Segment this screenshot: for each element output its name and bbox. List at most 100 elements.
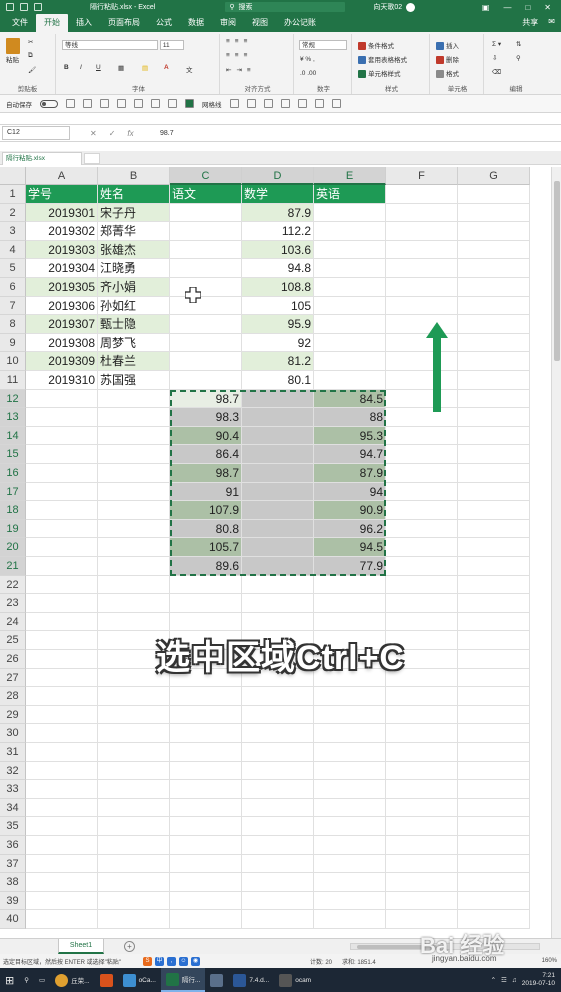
cell[interactable] bbox=[458, 780, 530, 799]
save-icon[interactable] bbox=[6, 3, 14, 11]
copied-chinese-cell[interactable]: 98.7 bbox=[170, 389, 242, 409]
cell[interactable] bbox=[314, 854, 386, 874]
cell[interactable] bbox=[242, 724, 314, 743]
row-header[interactable]: 38 bbox=[0, 873, 26, 892]
undo-icon[interactable] bbox=[83, 99, 92, 108]
cell[interactable] bbox=[98, 575, 170, 595]
tab-file[interactable]: 文件 bbox=[4, 17, 36, 32]
copy-icon[interactable]: ⧉ bbox=[28, 52, 33, 60]
copied-english-cell[interactable]: 84.5 bbox=[314, 389, 386, 409]
cell[interactable] bbox=[26, 873, 98, 892]
row-header[interactable]: 2 bbox=[0, 203, 26, 223]
cell[interactable] bbox=[242, 873, 314, 892]
cell[interactable] bbox=[98, 910, 170, 929]
format-cells-button[interactable]: 格式 bbox=[436, 68, 459, 79]
cell[interactable] bbox=[170, 761, 242, 781]
row-header[interactable]: 18 bbox=[0, 501, 26, 520]
student-name-cell[interactable]: 齐小娟 bbox=[98, 278, 170, 297]
math-score-cell[interactable]: 92 bbox=[242, 333, 314, 353]
cell[interactable] bbox=[242, 743, 314, 762]
copied-blank-cell[interactable] bbox=[242, 389, 314, 409]
enter-icon[interactable]: ✓ bbox=[109, 129, 116, 138]
cell[interactable] bbox=[170, 612, 242, 632]
copied-blank-cell[interactable] bbox=[242, 445, 314, 464]
row-header[interactable]: 9 bbox=[0, 333, 26, 353]
cell[interactable] bbox=[386, 482, 458, 502]
row-header[interactable]: 35 bbox=[0, 817, 26, 836]
student-name-cell[interactable]: 张雄杰 bbox=[98, 240, 170, 260]
copied-english-cell[interactable]: 94 bbox=[314, 482, 386, 502]
cell[interactable] bbox=[98, 817, 170, 836]
cell[interactable] bbox=[386, 203, 458, 223]
copied-chinese-cell[interactable]: 86.4 bbox=[170, 445, 242, 464]
find-icon[interactable]: ⚲ bbox=[516, 54, 521, 62]
copied-english-cell[interactable]: 87.9 bbox=[314, 464, 386, 483]
column-header-b[interactable]: B bbox=[98, 167, 170, 185]
student-id-cell[interactable]: 2019309 bbox=[26, 352, 98, 371]
cell[interactable] bbox=[170, 854, 242, 874]
cell[interactable] bbox=[26, 687, 98, 706]
cell[interactable] bbox=[98, 445, 170, 464]
phonetic-icon[interactable]: 文 bbox=[186, 64, 193, 74]
cell[interactable] bbox=[386, 426, 458, 446]
copied-english-cell[interactable]: 94.7 bbox=[314, 445, 386, 464]
row-header[interactable]: 30 bbox=[0, 724, 26, 743]
cell[interactable] bbox=[458, 296, 530, 316]
currency-icon[interactable]: ¥ % , bbox=[300, 56, 315, 63]
cell[interactable] bbox=[242, 798, 314, 818]
share-button[interactable]: 共享 bbox=[522, 17, 538, 28]
tab-review[interactable]: 审阅 bbox=[212, 17, 244, 32]
copied-chinese-cell[interactable]: 107.9 bbox=[170, 501, 242, 520]
cell[interactable] bbox=[26, 798, 98, 818]
cell[interactable] bbox=[98, 743, 170, 762]
cell[interactable] bbox=[242, 836, 314, 855]
chinese-score-cell[interactable] bbox=[170, 278, 242, 297]
bold-button[interactable]: B bbox=[64, 64, 69, 71]
cell[interactable] bbox=[26, 891, 98, 911]
cell[interactable] bbox=[170, 575, 242, 595]
taskbar-ocam[interactable]: ocam bbox=[274, 968, 316, 992]
copied-blank-cell[interactable] bbox=[242, 464, 314, 483]
cell[interactable] bbox=[170, 891, 242, 911]
cell[interactable] bbox=[170, 724, 242, 743]
student-id-cell[interactable]: 2019308 bbox=[26, 333, 98, 353]
tray-chevron-icon[interactable]: ⌃ bbox=[491, 976, 496, 984]
student-name-cell[interactable]: 周梦飞 bbox=[98, 333, 170, 353]
math-score-cell[interactable]: 103.6 bbox=[242, 240, 314, 260]
cell[interactable] bbox=[386, 575, 458, 595]
cell[interactable] bbox=[458, 538, 530, 557]
cell[interactable] bbox=[314, 891, 386, 911]
cell[interactable] bbox=[98, 426, 170, 446]
cell[interactable] bbox=[314, 873, 386, 892]
copied-chinese-cell[interactable]: 98.7 bbox=[170, 464, 242, 483]
cell[interactable] bbox=[26, 761, 98, 781]
row-header[interactable]: 11 bbox=[0, 371, 26, 390]
english-score-cell[interactable] bbox=[314, 315, 386, 334]
copied-english-cell[interactable]: 94.5 bbox=[314, 538, 386, 557]
copied-chinese-cell[interactable]: 80.8 bbox=[170, 519, 242, 539]
taskbar-app-2[interactable] bbox=[95, 968, 118, 992]
cell[interactable] bbox=[458, 240, 530, 260]
cell[interactable] bbox=[386, 854, 458, 874]
font-size-value[interactable]: 11 bbox=[159, 40, 184, 50]
format-painter-icon[interactable]: 🖌 bbox=[28, 66, 36, 74]
number-format-select[interactable]: 常规 bbox=[299, 40, 347, 50]
copied-chinese-cell[interactable]: 89.6 bbox=[170, 557, 242, 576]
cancel-icon[interactable]: ✕ bbox=[90, 129, 97, 138]
cell[interactable] bbox=[242, 817, 314, 836]
math-score-cell[interactable]: 108.8 bbox=[242, 278, 314, 297]
row-header[interactable]: 16 bbox=[0, 464, 26, 483]
copied-blank-cell[interactable] bbox=[242, 538, 314, 557]
cell[interactable] bbox=[170, 687, 242, 706]
cell[interactable] bbox=[386, 724, 458, 743]
cell[interactable] bbox=[314, 687, 386, 706]
refresh-icon[interactable] bbox=[297, 99, 307, 108]
chinese-score-cell[interactable] bbox=[170, 296, 242, 316]
cell[interactable] bbox=[98, 891, 170, 911]
row-header[interactable]: 5 bbox=[0, 259, 26, 278]
cell[interactable] bbox=[458, 185, 530, 204]
tab-page-layout[interactable]: 页面布局 bbox=[100, 17, 148, 32]
row-header[interactable]: 31 bbox=[0, 743, 26, 762]
cell[interactable] bbox=[98, 389, 170, 409]
vertical-scrollbar[interactable] bbox=[551, 167, 561, 938]
